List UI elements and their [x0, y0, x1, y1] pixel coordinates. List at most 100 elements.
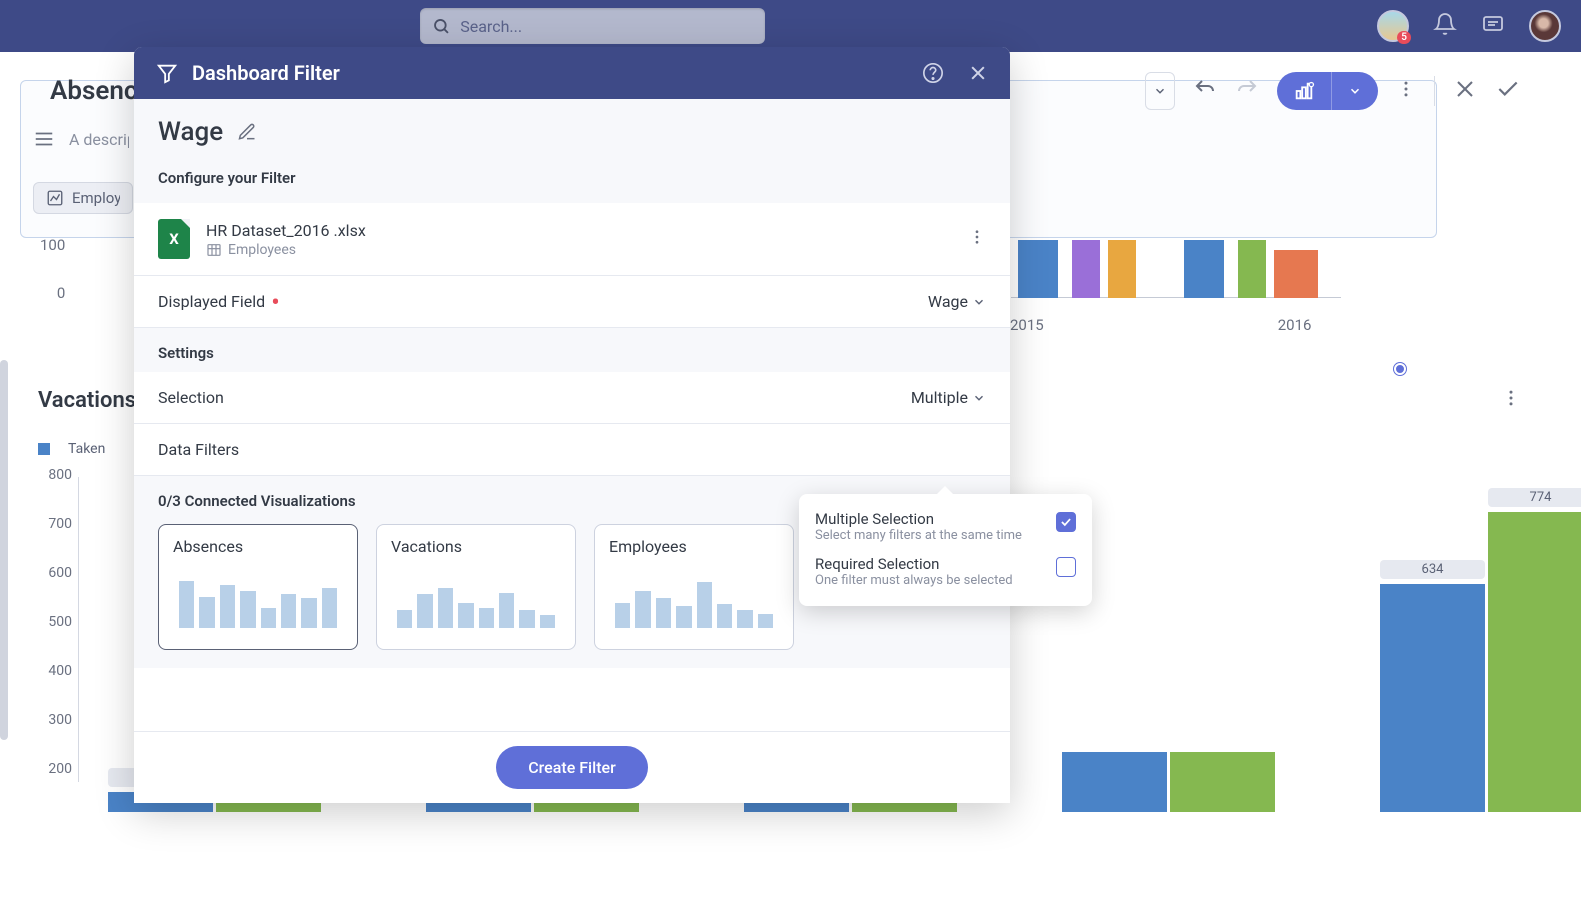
hamburger-icon[interactable]: [33, 128, 55, 150]
cancel-button[interactable]: [1453, 77, 1477, 105]
tick-label: 400: [38, 663, 72, 679]
filter-icon: [156, 62, 178, 84]
top-navbar: 5: [0, 0, 1581, 52]
filter-chips: Employee: [33, 182, 133, 214]
scroll-thumb[interactable]: [0, 360, 8, 740]
chevron-down-icon: [972, 295, 986, 309]
chat-icon[interactable]: [1481, 12, 1505, 40]
settings-header: Settings: [134, 328, 1010, 372]
panel-more-button[interactable]: [1501, 388, 1521, 412]
dialog-footer: Create Filter: [134, 731, 1010, 803]
mini-chart: [609, 568, 779, 628]
vacations-yaxis: 800 700 600 500 400 300 200: [38, 467, 72, 777]
viz-card-title: Vacations: [391, 537, 561, 556]
description-row: A descrip: [33, 128, 129, 150]
tick-label: 2015: [1010, 316, 1044, 334]
notification-badge: 5: [1397, 31, 1411, 44]
dialog-title: Dashboard Filter: [192, 61, 340, 85]
tick-label: 600: [38, 565, 72, 581]
dataset-name: HR Dataset_2016 .xlsx: [206, 221, 366, 240]
more-menu-button[interactable]: [1396, 79, 1416, 103]
bar: [1072, 240, 1100, 298]
search-input[interactable]: [460, 17, 753, 36]
legend-label: Taken: [68, 441, 105, 457]
tick-label: 100: [40, 236, 65, 254]
create-filter-button[interactable]: Create Filter: [496, 746, 648, 789]
viz-card-vacations[interactable]: Vacations: [376, 524, 576, 650]
dialog-subheader: Wage Configure your Filter: [134, 99, 1010, 203]
data-filters-label: Data Filters: [158, 440, 239, 459]
chip-employee[interactable]: Employee: [33, 182, 133, 214]
viz-card-title: Absences: [173, 537, 343, 556]
description-placeholder[interactable]: A descrip: [69, 130, 129, 149]
mini-chart: [173, 568, 343, 628]
checkbox-checked[interactable]: [1056, 512, 1076, 532]
bar: [1238, 240, 1266, 298]
chart-chip-icon: [46, 189, 64, 207]
resize-handle[interactable]: [1394, 363, 1406, 375]
tick-label: 200: [38, 761, 72, 777]
option-subtitle: Select many filters at the same time: [815, 528, 1044, 543]
tick-label: 300: [38, 712, 72, 728]
search-icon: [432, 16, 450, 36]
chip-label: Employee: [72, 189, 120, 207]
dialog-header: Dashboard Filter: [134, 47, 1010, 99]
viz-card-employees[interactable]: Employees: [594, 524, 794, 650]
bar-label: 634: [1380, 560, 1485, 579]
tick-label: 500: [38, 614, 72, 630]
excel-file-icon: X: [158, 219, 190, 259]
redo-button[interactable]: [1235, 77, 1259, 105]
user-avatar-1[interactable]: 5: [1377, 10, 1409, 42]
displayed-field-value[interactable]: Wage: [928, 292, 986, 311]
viz-card-absences[interactable]: Absences: [158, 524, 358, 650]
edit-icon[interactable]: [237, 122, 257, 142]
filter-name: Wage: [158, 117, 223, 147]
displayed-field-label: Displayed Field •: [158, 292, 280, 311]
option-required-selection[interactable]: Required Selection One filter must alway…: [815, 549, 1076, 594]
option-subtitle: One filter must always be selected: [815, 573, 1044, 588]
checkbox-unchecked[interactable]: [1056, 557, 1076, 577]
data-filters-row[interactable]: Data Filters: [134, 424, 1010, 476]
close-icon[interactable]: [968, 63, 988, 83]
tick-label: 2016: [1278, 316, 1312, 334]
bar: [1274, 250, 1318, 298]
add-viz-button[interactable]: [1277, 72, 1378, 110]
configure-label: Configure your Filter: [158, 169, 986, 187]
bell-icon[interactable]: [1433, 12, 1457, 40]
selection-value[interactable]: Multiple: [911, 388, 986, 407]
source-dropdown[interactable]: [1145, 72, 1175, 110]
mini-chart: [391, 568, 561, 628]
divider: [1434, 76, 1435, 106]
dashboard-actions: [1145, 72, 1521, 110]
selection-popover: Multiple Selection Select many filters a…: [799, 494, 1092, 606]
option-title: Required Selection: [815, 555, 1044, 573]
bar: [1018, 240, 1058, 298]
user-avatar-2[interactable]: [1529, 10, 1561, 42]
dataset-table: Employees: [206, 242, 366, 258]
displayed-field-row[interactable]: Displayed Field • Wage: [134, 276, 1010, 328]
dashboard-filter-dialog: Dashboard Filter Wage Configure your Fil…: [134, 47, 1010, 803]
selection-label: Selection: [158, 388, 224, 407]
option-title: Multiple Selection: [815, 510, 1044, 528]
undo-button[interactable]: [1193, 77, 1217, 105]
axis-line: [78, 477, 79, 782]
dialog-body: X HR Dataset_2016 .xlsx Employees Displa…: [134, 203, 1010, 731]
bar-label: 774: [1488, 488, 1581, 507]
selection-row[interactable]: Selection Multiple: [134, 372, 1010, 424]
table-icon: [206, 242, 222, 258]
bar: [1184, 240, 1224, 298]
topbar-actions: 5: [1377, 10, 1561, 42]
dataset-row: X HR Dataset_2016 .xlsx Employees: [134, 203, 1010, 276]
dataset-more-button[interactable]: [968, 228, 986, 250]
absences-yaxis: 100 0: [40, 236, 65, 302]
help-icon[interactable]: [922, 62, 944, 84]
option-multiple-selection[interactable]: Multiple Selection Select many filters a…: [815, 504, 1076, 549]
chevron-down-icon: [972, 391, 986, 405]
confirm-button[interactable]: [1495, 76, 1521, 106]
tick-label: 800: [38, 467, 72, 483]
absences-xaxis: 2015 2016: [1010, 316, 1311, 334]
absences-bars: [1018, 236, 1318, 298]
legend-swatch: [38, 443, 50, 455]
viz-card-title: Employees: [609, 537, 779, 556]
global-search[interactable]: [420, 8, 765, 44]
